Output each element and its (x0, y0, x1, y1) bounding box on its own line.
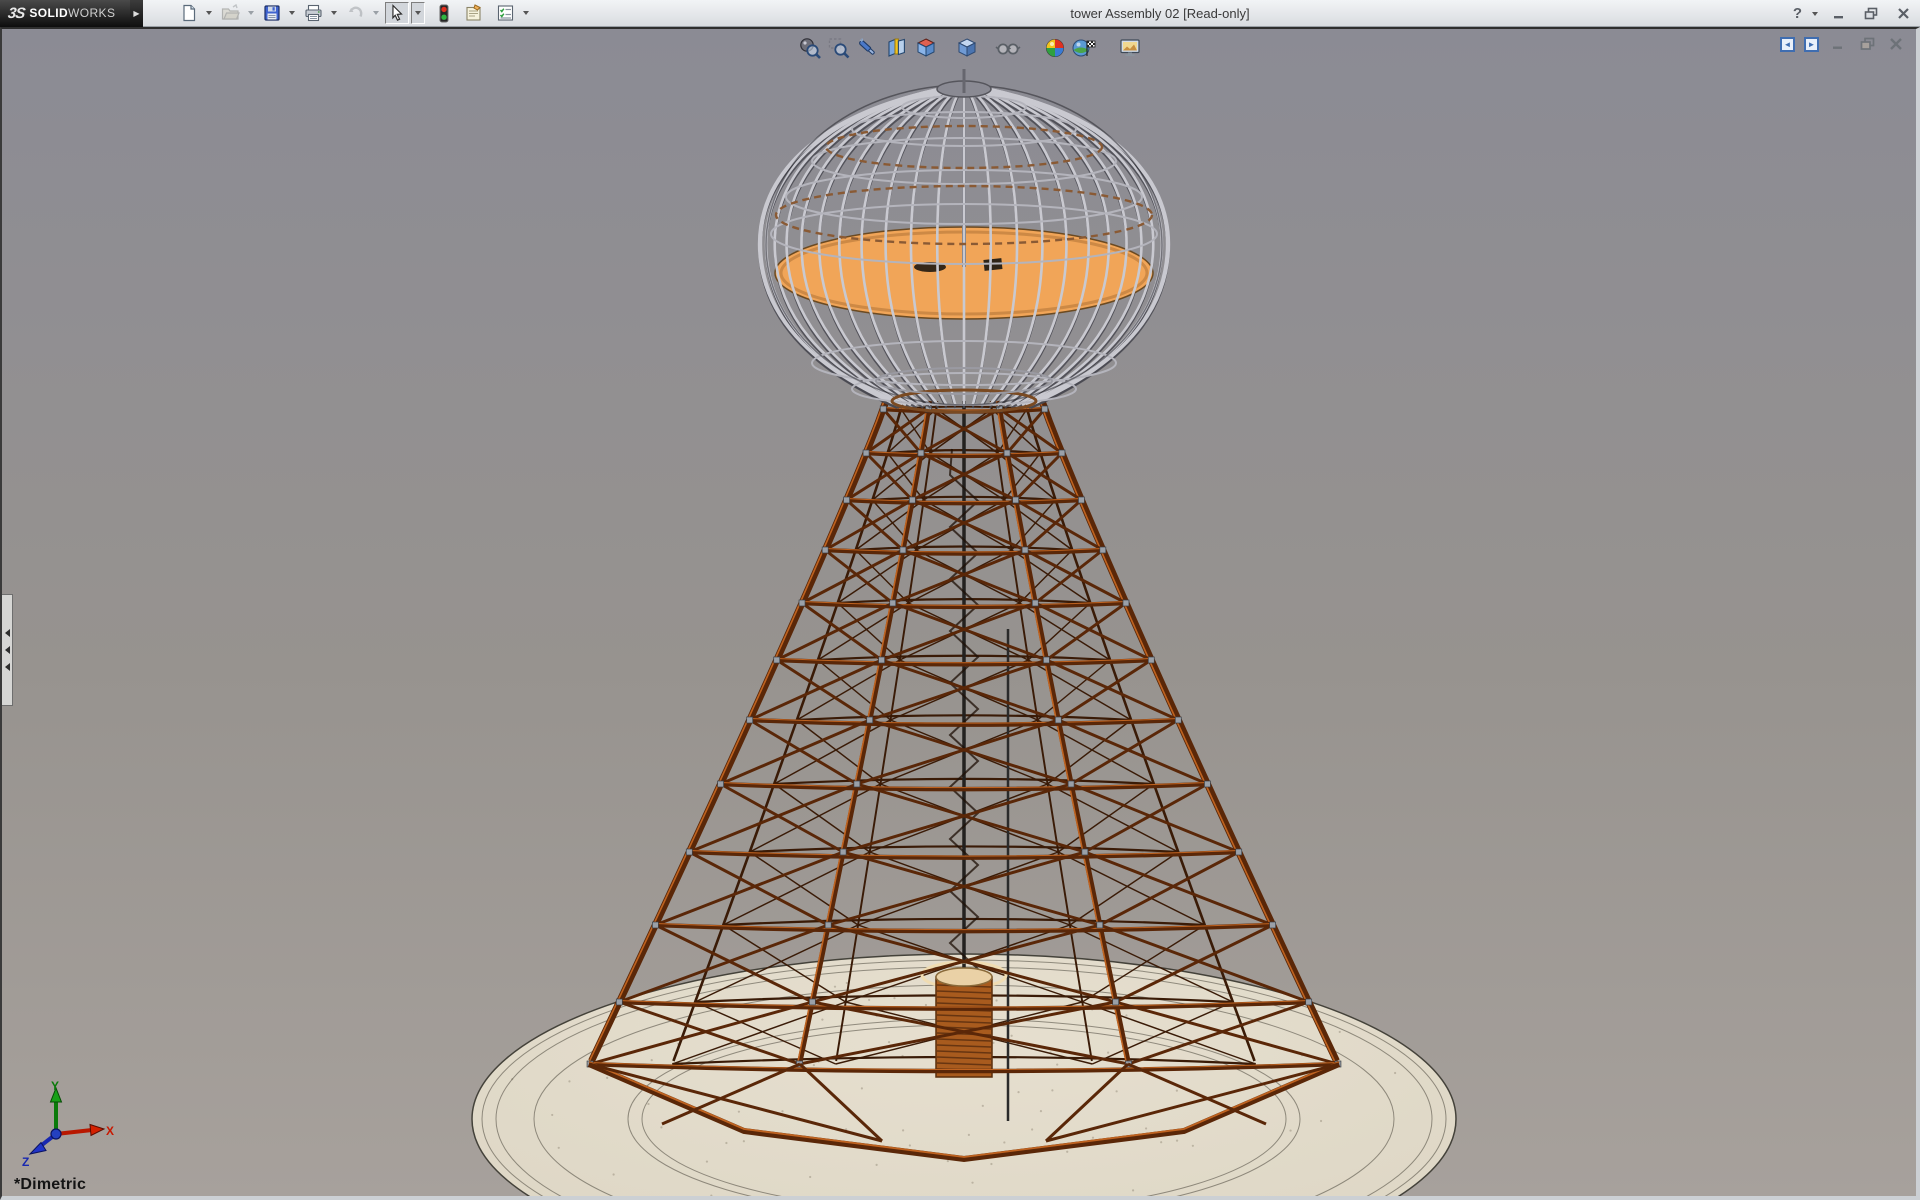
scene-flag-icon (1072, 39, 1095, 56)
collapse-arrow-icon (4, 646, 10, 654)
headsup-view-toolbar (796, 34, 1144, 61)
open-button[interactable] (218, 2, 243, 24)
restore-button[interactable] (1860, 5, 1882, 23)
zoom-to-area-icon (828, 37, 849, 58)
new-dropdown-caret[interactable] (206, 11, 212, 15)
tower-3d-model[interactable] (2, 29, 1916, 1196)
main-toolbar (177, 2, 533, 24)
close-button[interactable] (1892, 5, 1914, 23)
display-style-button[interactable] (953, 34, 980, 61)
view-orientation-label: *Dimetric (14, 1176, 87, 1193)
triad-y-label: Y (51, 1079, 59, 1093)
close-icon (1897, 8, 1909, 19)
document-window-controls: ◄ ► (1780, 36, 1906, 52)
eyeglasses-icon (994, 42, 1021, 54)
new-document-button[interactable] (177, 2, 201, 24)
feature-panel-splitter[interactable] (2, 594, 13, 706)
doc-minimize-icon (1833, 46, 1842, 49)
open-folder-icon (221, 4, 240, 20)
checklist-dropdown-caret[interactable] (523, 11, 529, 15)
zoom-to-area-button[interactable] (825, 34, 852, 61)
comment-button[interactable] (461, 2, 487, 24)
stoplight-icon (439, 4, 449, 22)
help-button[interactable]: ? (1793, 5, 1802, 22)
dock-right-icon: ► (1807, 39, 1816, 49)
dock-left-icon: ◄ (1783, 39, 1792, 49)
solidworks-logo: 3S SOLIDWORKS (0, 0, 130, 27)
open-dropdown-caret[interactable] (248, 11, 254, 15)
minimize-button[interactable] (1828, 5, 1850, 23)
undo-dropdown-caret[interactable] (373, 11, 379, 15)
print-icon (305, 4, 322, 22)
apply-scene-button[interactable] (1070, 34, 1097, 61)
view-settings-icon (1119, 38, 1140, 56)
doc-close-button[interactable] (1886, 36, 1906, 52)
undo-button[interactable] (343, 2, 368, 24)
triad-z-label: Z (22, 1155, 29, 1169)
stoplight-button[interactable] (435, 2, 453, 24)
hide-show-items-button[interactable] (994, 34, 1021, 61)
orientation-triad: Y X Z (22, 1079, 114, 1169)
view-orientation-button[interactable] (912, 34, 939, 61)
menu-expand-arrow[interactable]: ▶ (130, 0, 143, 27)
select-cursor-icon (392, 4, 403, 22)
view-settings-button[interactable] (1117, 34, 1144, 61)
save-button[interactable] (260, 2, 284, 24)
checklist-button[interactable] (493, 2, 518, 24)
brand-name: SOLIDWORKS (29, 6, 116, 20)
new-document-icon (183, 4, 196, 22)
previous-view-button[interactable] (854, 34, 881, 61)
print-button[interactable] (301, 2, 326, 24)
app-window-controls: ? (1793, 0, 1914, 27)
zoom-to-fit-button[interactable] (796, 34, 823, 61)
document-title: tower Assembly 02 [Read-only] (1070, 6, 1250, 21)
triad-x-label: X (106, 1124, 114, 1138)
dock-left-button[interactable]: ◄ (1780, 36, 1795, 52)
select-tool-button[interactable] (385, 2, 409, 24)
previous-view-icon (858, 37, 875, 55)
title-bar: 3S SOLIDWORKS ▶ tower Assembly 02 [Read-… (0, 0, 1920, 27)
brand-mark: 3S (6, 4, 26, 22)
dock-right-button[interactable]: ► (1804, 36, 1819, 52)
undo-icon (349, 6, 363, 17)
checklist-icon (497, 5, 514, 21)
doc-minimize-button[interactable] (1828, 36, 1848, 52)
select-dropdown-caret[interactable] (411, 2, 425, 24)
view-orientation-icon (916, 37, 935, 57)
graphics-viewport[interactable]: ◄ ► Y X Z *Dimetric (0, 27, 1920, 1200)
collapse-arrow-icon (4, 663, 10, 671)
section-view-icon (887, 38, 905, 57)
display-style-icon (957, 37, 976, 57)
restore-icon (1864, 7, 1878, 20)
doc-restore-button[interactable] (1857, 36, 1877, 52)
help-dropdown-caret[interactable] (1812, 11, 1818, 16)
section-view-button[interactable] (883, 34, 910, 61)
appearance-sphere-icon (1045, 38, 1064, 57)
edit-appearance-button[interactable] (1041, 34, 1068, 61)
comment-note-icon (466, 4, 481, 21)
doc-restore-icon (1860, 37, 1874, 50)
zoom-to-fit-icon (799, 37, 821, 59)
save-dropdown-caret[interactable] (289, 11, 295, 15)
print-dropdown-caret[interactable] (331, 11, 337, 15)
doc-close-icon (1890, 38, 1902, 50)
collapse-arrow-icon (4, 629, 10, 637)
save-icon (264, 5, 280, 21)
minimize-icon (1834, 15, 1843, 18)
